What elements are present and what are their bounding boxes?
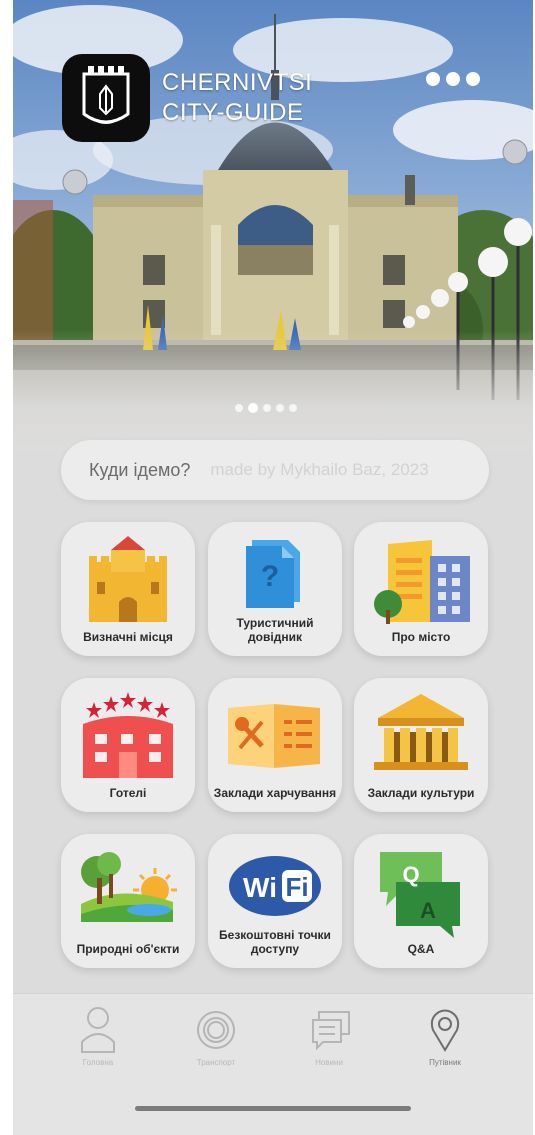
search-bar[interactable]: Куди ідемо? made by Mykhailo Baz, 2023 [61, 440, 489, 500]
tile-label: Природні об'єкти [76, 942, 180, 956]
tab-label: Новини [315, 1058, 343, 1067]
app-title-line2: CITY-GUIDE [162, 99, 304, 126]
tile-landmarks[interactable]: Визначні місця [61, 522, 195, 656]
tile-label: Заклади харчування [213, 786, 337, 800]
carousel-dot-active[interactable] [248, 403, 258, 413]
tile-hotels[interactable]: Готелі [61, 678, 195, 812]
svg-text:Fi: Fi [285, 872, 308, 902]
hero-fade [13, 330, 533, 450]
carousel-pagination[interactable] [235, 403, 297, 413]
carousel-dot[interactable] [289, 404, 297, 412]
app-logo-icon [62, 54, 150, 142]
more-dot-icon [466, 72, 480, 86]
tile-qa[interactable]: Q A Q&A [354, 834, 488, 968]
tab-label: Транспорт [196, 1058, 236, 1067]
svg-text:?: ? [261, 560, 279, 593]
location-pin-icon [430, 1009, 460, 1052]
carousel-dot[interactable] [276, 404, 284, 412]
search-placeholder: Куди ідемо? [89, 459, 191, 480]
bottom-tab-bar: Головна Транспорт Новини Путівник [13, 993, 533, 1135]
tile-tourist-guide[interactable]: ? Туристичний довідник [208, 522, 342, 656]
more-options-button[interactable] [423, 68, 483, 90]
app-screen: CHERNIVTSI CITY-GUIDE Куди ідемо? made b… [13, 0, 533, 1135]
carousel-dot[interactable] [263, 404, 271, 412]
hero-carousel[interactable]: CHERNIVTSI CITY-GUIDE [13, 0, 533, 450]
tab-home[interactable]: Головна [53, 1006, 143, 1071]
tile-restaurants[interactable]: Заклади харчування [208, 678, 342, 812]
tab-transport[interactable]: Транспорт [171, 1006, 261, 1071]
tile-label: Визначні місця [83, 630, 173, 644]
tab-label: Путівник [429, 1058, 461, 1067]
tile-label: Про місто [391, 630, 451, 644]
chat-news-icon [312, 1011, 350, 1051]
tile-label: Заклади культури [367, 786, 475, 800]
tile-label: Туристичний довідник [236, 616, 314, 644]
person-icon [81, 1007, 115, 1053]
svg-text:Q: Q [402, 862, 419, 887]
app-title: CHERNIVTSI CITY-GUIDE [162, 68, 312, 128]
tab-news[interactable]: Новини [284, 1006, 374, 1071]
tab-label: Головна [82, 1058, 114, 1067]
home-indicator[interactable] [135, 1106, 411, 1111]
tile-label: Q&A [407, 942, 435, 956]
tile-label: Безкоштовні точки доступу [219, 928, 331, 956]
tile-culture[interactable]: Заклади культури [354, 678, 488, 812]
tile-label: Готелі [109, 786, 147, 800]
target-icon [197, 1011, 235, 1049]
tile-nature[interactable]: Природні об'єкти [61, 834, 195, 968]
author-credit: made by Mykhailo Baz, 2023 [210, 460, 429, 479]
more-dot-icon [426, 72, 440, 86]
app-title-line1: CHERNIVTSI [162, 69, 313, 96]
tile-about-city[interactable]: Про місто [354, 522, 488, 656]
more-dot-icon [446, 72, 460, 86]
tab-guide[interactable]: Путівник [400, 1006, 490, 1071]
svg-text:A: A [420, 898, 436, 923]
svg-text:Wi: Wi [243, 872, 277, 903]
tile-free-wifi[interactable]: Wi Fi Безкоштовні точки доступу [208, 834, 342, 968]
carousel-dot[interactable] [235, 404, 243, 412]
